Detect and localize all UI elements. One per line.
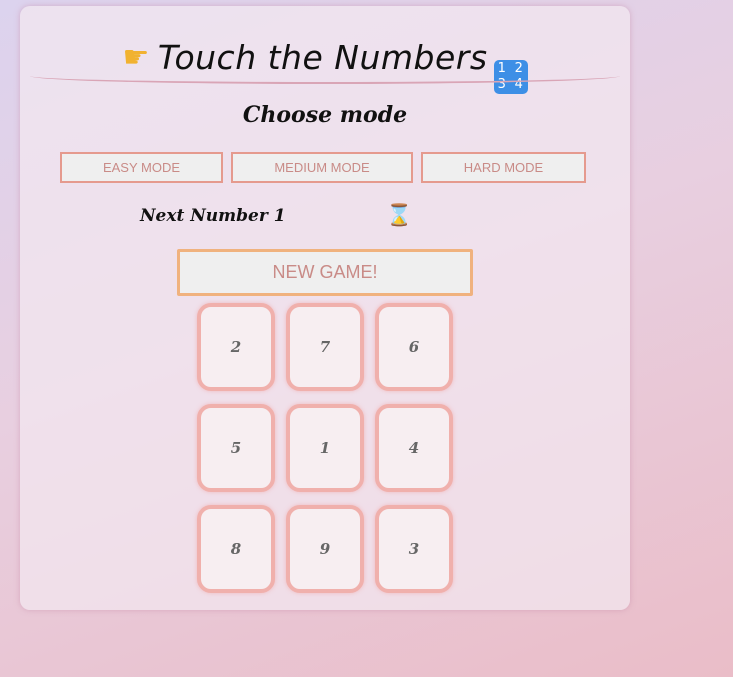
mode-heading: Choose mode — [242, 102, 408, 128]
number-tile[interactable]: 6 — [375, 303, 453, 391]
number-tile[interactable]: 2 — [197, 303, 275, 391]
number-tile[interactable]: 3 — [375, 505, 453, 593]
hourglass-icon: ⌛ — [386, 203, 413, 227]
new-game-button[interactable]: NEW GAME! — [177, 249, 473, 296]
game-card: ☛ Touch the Numbers 1 2 3 4 Choose mode EASY … — [20, 6, 630, 610]
number-tile[interactable]: 8 — [197, 505, 275, 593]
number-tile[interactable]: 1 — [286, 404, 364, 492]
easy-mode-button[interactable]: EASY MODE — [60, 152, 223, 183]
number-tile[interactable]: 7 — [286, 303, 364, 391]
next-number-label: Next Number 1 — [140, 206, 286, 226]
number-tile[interactable]: 4 — [375, 404, 453, 492]
number-tile[interactable]: 5 — [197, 404, 275, 492]
title-text: Touch the Numbers — [157, 38, 488, 77]
page-title: ☛ Touch the Numbers 1 2 3 4 — [20, 38, 630, 94]
number-tile[interactable]: 9 — [286, 505, 364, 593]
hard-mode-button[interactable]: HARD MODE — [421, 152, 586, 183]
pointing-right-hand-icon: ☛ — [122, 40, 150, 75]
medium-mode-button[interactable]: MEDIUM MODE — [231, 152, 413, 183]
